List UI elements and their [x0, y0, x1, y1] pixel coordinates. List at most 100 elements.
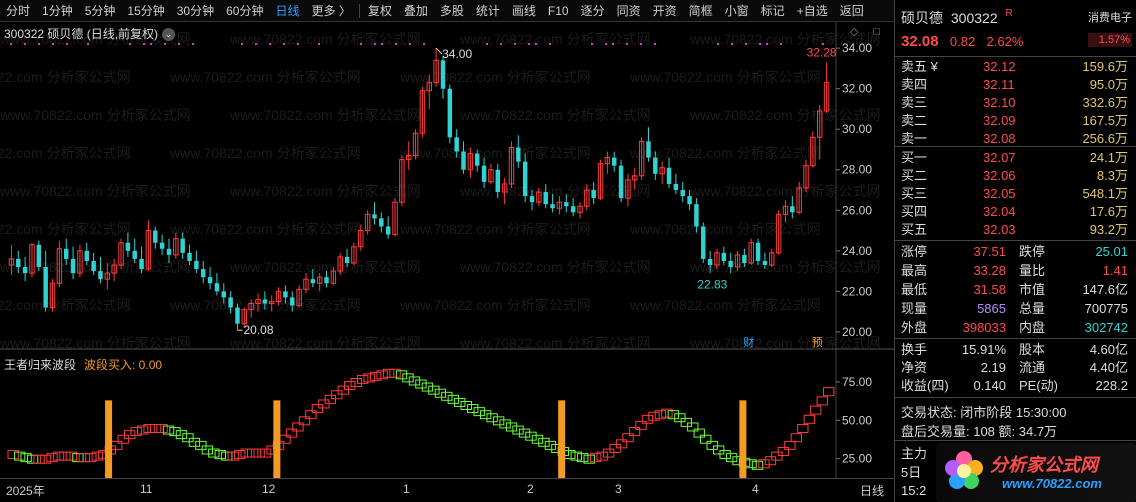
watermark-text: www.70822.com 分析家公式网 — [399, 297, 591, 313]
toolbar-item[interactable]: 更多 〉 — [305, 0, 356, 22]
toolbar-item[interactable]: 多股 — [434, 0, 470, 22]
toolbar-item[interactable]: 画线 — [506, 0, 542, 22]
y-tick-label: 75.00 — [842, 375, 872, 389]
candle-body — [529, 196, 535, 203]
footer-main-force: 主力 — [901, 446, 928, 461]
toolbar-item[interactable]: 15分钟 — [121, 0, 170, 22]
stat-label: 换手 — [901, 342, 928, 357]
candle-body — [550, 204, 555, 209]
watermark-text: www.70822.com 分析家公式网 — [0, 107, 191, 123]
stat-value: 37.51 — [973, 244, 1006, 259]
signal-dot — [381, 43, 383, 45]
toolbar-item[interactable]: 逐分 — [575, 0, 611, 22]
band-step — [253, 448, 265, 458]
divider — [895, 56, 1136, 57]
candle-body — [790, 206, 795, 213]
order-book-row: 买二 32.06 8.3万 — [895, 167, 1136, 184]
candle-body — [673, 183, 679, 191]
order-price: 32.09 — [983, 113, 1016, 128]
flower-logo-icon — [945, 451, 983, 489]
candle-body — [43, 267, 48, 308]
toolbar-item[interactable]: 简框 — [683, 0, 719, 22]
candle-body — [591, 190, 596, 199]
toolbar-item[interactable]: 小窗 — [719, 0, 755, 22]
band-step — [486, 413, 498, 423]
order-price: 32.06 — [983, 168, 1016, 183]
chart-corner-icons[interactable]: ◇ □ — [850, 25, 886, 38]
order-label: 卖三 — [901, 95, 928, 110]
band-step — [441, 391, 453, 401]
candle-body — [180, 238, 185, 253]
order-book-row: 买一 32.07 24.1万 — [895, 149, 1136, 166]
buy-signal-bar — [273, 400, 281, 478]
band-step — [797, 424, 809, 434]
band-step — [499, 419, 511, 429]
toolbar-item[interactable]: F10 — [542, 0, 575, 22]
watermark-text: www.70822.com 分析家公式网 — [169, 145, 361, 161]
band-step — [492, 416, 505, 426]
stat-value: 147.6亿 — [1082, 282, 1128, 297]
watermark-text: www.70822.com 分析家公式网 — [229, 31, 421, 47]
toolbar-item[interactable]: 分时 — [0, 0, 36, 22]
watermark-text: www.70822.com 分析家公式网 — [169, 69, 361, 85]
watermark-text: www.70822.com 分析家公式网 — [0, 69, 131, 85]
candle-body — [440, 60, 446, 89]
toolbar-item[interactable]: 叠加 — [398, 0, 434, 22]
toolbar-item[interactable]: 返回 — [834, 0, 870, 22]
band-step — [479, 410, 492, 420]
order-price: 32.11 — [983, 77, 1015, 92]
watermark-text: www.70822.com 分析家公式网 — [229, 183, 421, 199]
candle-body — [16, 258, 21, 268]
trade-status: 交易状态: 闭市阶段 15:30:00 — [901, 405, 1067, 420]
signal-dot — [52, 43, 54, 45]
band-step — [428, 385, 440, 395]
watermark-text: www.70822.com 分析家公式网 — [229, 259, 421, 275]
stat-label: 市值 — [1019, 282, 1046, 297]
chart-area[interactable]: www.70822.com 分析家公式网 www.70822.com 分析家公式网… — [0, 22, 894, 480]
candle-body — [522, 161, 528, 197]
toolbar-item[interactable]: 复权 — [362, 0, 398, 22]
toolbar-item[interactable]: 60分钟 — [220, 0, 269, 22]
stat-value: 25.01 — [1095, 244, 1128, 259]
toolbar-item[interactable]: 统计 — [470, 0, 506, 22]
sector-tag[interactable]: 消费电子 1.57% — [1088, 9, 1132, 47]
order-book-row: 卖二 32.09 167.5万 — [895, 112, 1136, 129]
toolbar-item[interactable]: +自选 — [791, 0, 834, 22]
toolbar-item[interactable]: 5分钟 — [79, 0, 122, 22]
toolbar-item[interactable]: 1分钟 — [36, 0, 79, 22]
order-price: 32.10 — [983, 95, 1016, 110]
toolbar-item[interactable]: 日线 — [269, 0, 305, 22]
footer-5day: 5日 — [901, 465, 922, 480]
stat-row: 涨停 37.51 跌停 25.01 — [895, 243, 1136, 260]
stat-label: 股本 — [1019, 342, 1046, 357]
band-step — [285, 428, 298, 438]
candlestick-chart[interactable]: www.70822.com 分析家公式网 www.70822.com 分析家公式网… — [0, 22, 894, 478]
candle-body — [98, 271, 103, 280]
indicator-name[interactable]: 王者归来波段 — [4, 358, 76, 372]
toolbar-item[interactable]: 30分钟 — [171, 0, 220, 22]
candle-body — [379, 218, 384, 227]
band-step — [641, 414, 654, 424]
toolbar-item[interactable]: 标记 — [755, 0, 791, 22]
stat-label: 总量 — [1019, 301, 1046, 316]
watermark-text: www.70822.com 分析家公式网 — [689, 259, 881, 275]
signal-dot — [178, 43, 180, 45]
y-tick-label: 20.00 — [842, 325, 872, 339]
toolbar-item[interactable]: 开资 — [647, 0, 683, 22]
signal-dot — [626, 43, 628, 45]
candle-body — [235, 307, 240, 324]
toolbar-item[interactable]: 同资 — [611, 0, 647, 22]
watermark-text: www.70822.com 分析家公式网 — [0, 335, 191, 351]
chevron-down-icon[interactable]: ⌄ — [162, 28, 176, 42]
candle-body — [611, 157, 617, 166]
signal-dot — [514, 43, 516, 45]
candle-body — [214, 283, 220, 292]
y-tick-label: 24.00 — [842, 244, 872, 258]
buy-signal-bar — [105, 400, 113, 478]
order-label: 卖五 ¥ — [901, 59, 938, 74]
logo-url: www.70822.com — [1002, 476, 1102, 491]
candle-body — [481, 165, 487, 182]
candle-body — [153, 230, 158, 243]
order-label: 卖四 — [901, 77, 928, 92]
signal-dot — [297, 43, 299, 45]
